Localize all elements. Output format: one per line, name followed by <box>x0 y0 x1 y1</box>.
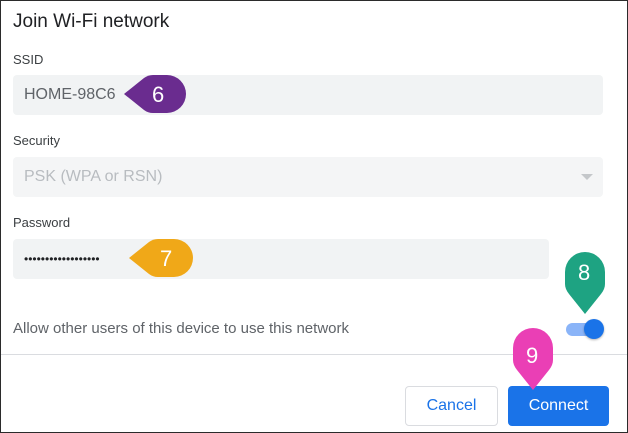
security-label: Security <box>13 133 60 148</box>
ssid-value: HOME-98C6 <box>24 86 116 103</box>
callout-8-number: 8 <box>578 260 591 285</box>
ssid-field[interactable]: HOME-98C6 <box>13 75 603 115</box>
callout-7-number: 7 <box>160 246 173 271</box>
ssid-label: SSID <box>13 52 44 67</box>
allow-other-users-label: Allow other users of this device to use … <box>13 320 349 337</box>
password-label: Password <box>13 215 71 230</box>
connect-button[interactable]: Connect <box>508 386 609 426</box>
allow-other-users-toggle[interactable] <box>564 319 604 339</box>
password-field[interactable]: •••••••••••••••••• <box>13 239 549 279</box>
password-value: •••••••••••••••••• <box>24 252 100 266</box>
security-value: PSK (WPA or RSN) <box>24 168 163 185</box>
security-select[interactable]: PSK (WPA or RSN) <box>13 157 603 197</box>
cancel-button[interactable]: Cancel <box>405 386 498 426</box>
toggle-knob <box>584 319 604 339</box>
callout-6-number: 6 <box>152 82 165 107</box>
dialog-title: Join Wi-Fi network <box>13 11 170 32</box>
dropdown-arrow-icon <box>581 174 593 180</box>
callout-9-number: 9 <box>526 343 539 368</box>
